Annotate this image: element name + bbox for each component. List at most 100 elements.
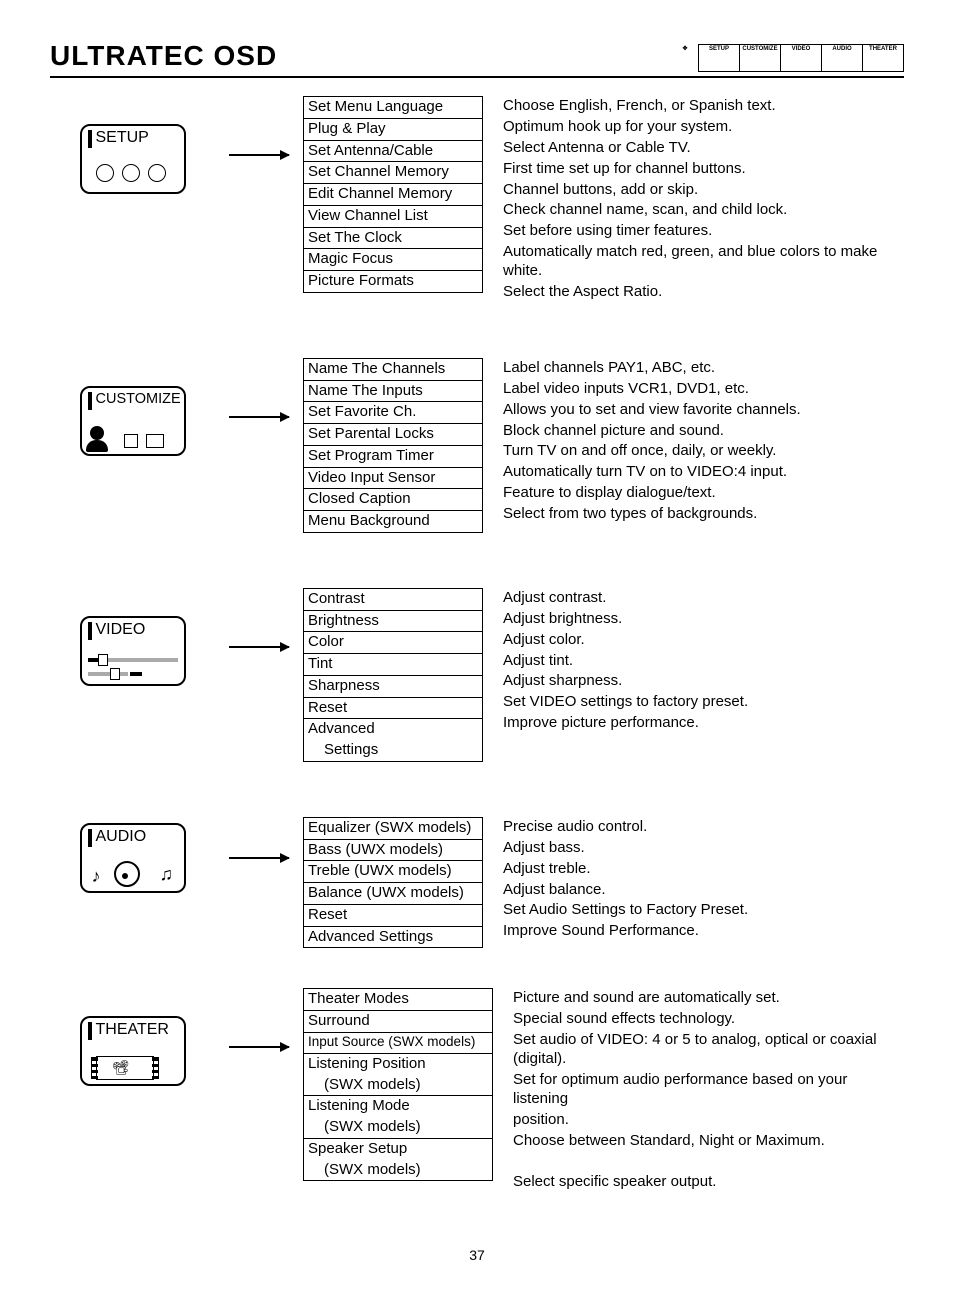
header-tab-strip: ✥ SETUP CUSTOMIZE VIDEO AUDIO THEATER	[672, 44, 904, 72]
desc-text: Optimum hook up for your system.	[503, 117, 904, 138]
menu-item: Picture Formats	[304, 271, 482, 293]
section-theater: THEATER 📽 Theater Modes Surround Input S…	[50, 988, 904, 1192]
menu-item: Advanced	[304, 719, 482, 740]
desc-text: Picture and sound are automatically set.	[513, 988, 904, 1009]
desc-text: Set Audio Settings to Factory Preset.	[503, 900, 904, 921]
video-icon-label: VIDEO	[96, 621, 146, 639]
menu-item: Set Antenna/Cable	[304, 141, 482, 163]
menu-item: Edit Channel Memory	[304, 184, 482, 206]
menu-item: Set Menu Language	[304, 97, 482, 119]
menu-item: Set Favorite Ch.	[304, 402, 482, 424]
menu-item: Speaker Setup	[304, 1139, 492, 1160]
arrow-icon	[229, 857, 289, 859]
desc-text: Adjust balance.	[503, 880, 904, 901]
audio-icon-box: AUDIO ♪ ♫	[80, 823, 186, 893]
section-customize: CUSTOMIZE Name The Channels Name The Inp…	[50, 358, 904, 533]
desc-text: Select Antenna or Cable TV.	[503, 138, 904, 159]
menu-item: Color	[304, 632, 482, 654]
menu-item: Set The Clock	[304, 228, 482, 250]
menu-item: Tint	[304, 654, 482, 676]
setup-icon-box: SETUP	[80, 124, 186, 194]
customize-descriptions: Label channels PAY1, ABC, etc. Label vid…	[497, 358, 904, 525]
menu-item: Name The Channels	[304, 359, 482, 381]
desc-text: Adjust tint.	[503, 651, 904, 672]
dials-icon	[88, 158, 178, 188]
menu-item-sub: Settings	[304, 740, 482, 762]
desc-text: Set for optimum audio performance based …	[513, 1070, 904, 1110]
video-descriptions: Adjust contrast. Adjust brightness. Adju…	[497, 588, 904, 734]
menu-item: View Channel List	[304, 206, 482, 228]
menu-item: Set Parental Locks	[304, 424, 482, 446]
theater-menu: Theater Modes Surround Input Source (SWX…	[303, 988, 493, 1181]
menu-item: Listening Position	[304, 1054, 492, 1075]
desc-text: Allows you to set and view favorite chan…	[503, 400, 904, 421]
setup-descriptions: Choose English, French, or Spanish text.…	[497, 96, 904, 303]
camera-icon: 📽	[112, 1059, 130, 1076]
menu-item-sub: (SWX models)	[304, 1160, 492, 1182]
tab-theater: THEATER	[862, 44, 904, 72]
desc-text: Set VIDEO settings to factory preset.	[503, 692, 904, 713]
joystick-icon: ✥	[671, 44, 699, 72]
arrow-icon	[229, 416, 289, 418]
desc-text: Select specific speaker output.	[513, 1172, 904, 1193]
x-box-icon	[124, 434, 138, 448]
audio-descriptions: Precise audio control. Adjust bass. Adju…	[497, 817, 904, 942]
section-setup: SETUP Set Menu Language Plug & Play Set …	[50, 96, 904, 303]
desc-text: Special sound effects technology.	[513, 1009, 904, 1030]
desc-text: Select the Aspect Ratio.	[503, 282, 904, 303]
menu-item: Balance (UWX models)	[304, 883, 482, 905]
desc-text: Choose between Standard, Night or Maximu…	[513, 1131, 904, 1152]
desc-text: First time set up for channel buttons.	[503, 159, 904, 180]
arrow-icon	[229, 154, 289, 156]
menu-item: Menu Background	[304, 511, 482, 533]
menu-item: Surround	[304, 1011, 492, 1033]
menu-item: Brightness	[304, 611, 482, 633]
desc-text: Improve picture performance.	[503, 713, 904, 734]
desc-text: Check channel name, scan, and child lock…	[503, 200, 904, 221]
video-menu: Contrast Brightness Color Tint Sharpness…	[303, 588, 483, 762]
desc-text: Set audio of VIDEO: 4 or 5 to analog, op…	[513, 1030, 904, 1070]
desc-text: Select from two types of backgrounds.	[503, 504, 904, 525]
customize-icon-box: CUSTOMIZE	[80, 386, 186, 456]
menu-item: Input Source (SWX models)	[304, 1033, 492, 1054]
customize-icon-label: CUSTOMIZE	[96, 391, 181, 407]
desc-text: Choose English, French, or Spanish text.	[503, 96, 904, 117]
menu-item: Reset	[304, 905, 482, 927]
note-icon: ♫	[160, 864, 174, 885]
menu-item: Theater Modes	[304, 989, 492, 1011]
desc-text: Adjust contrast.	[503, 588, 904, 609]
person-icon	[90, 426, 104, 440]
arrow-icon	[229, 1046, 289, 1048]
page-header: ULTRATEC OSD ✥ SETUP CUSTOMIZE VIDEO AUD…	[50, 40, 904, 78]
setup-icon-label: SETUP	[96, 129, 149, 147]
menu-item: Plug & Play	[304, 119, 482, 141]
menu-item-sub: (SWX models)	[304, 1075, 492, 1097]
page-title: ULTRATEC OSD	[50, 40, 277, 72]
desc-text: Feature to display dialogue/text.	[503, 483, 904, 504]
desc-text: Adjust treble.	[503, 859, 904, 880]
menu-item: Name The Inputs	[304, 381, 482, 403]
customize-menu: Name The Channels Name The Inputs Set Fa…	[303, 358, 483, 533]
menu-item: Listening Mode	[304, 1096, 492, 1117]
menu-item: Treble (UWX models)	[304, 861, 482, 883]
desc-text	[513, 1152, 904, 1172]
tab-audio: AUDIO	[821, 44, 863, 72]
menu-item: Sharpness	[304, 676, 482, 698]
theater-icon-label: THEATER	[96, 1021, 169, 1039]
menu-item: Video Input Sensor	[304, 468, 482, 490]
theater-descriptions: Picture and sound are automatically set.…	[507, 988, 904, 1192]
desc-text: Label channels PAY1, ABC, etc.	[503, 358, 904, 379]
tab-setup: SETUP	[698, 44, 740, 72]
square-icon	[146, 434, 164, 448]
note-icon: ♪	[92, 866, 102, 887]
menu-item-sub: (SWX models)	[304, 1117, 492, 1139]
menu-item: Contrast	[304, 589, 482, 611]
desc-text: Channel buttons, add or skip.	[503, 180, 904, 201]
section-audio: AUDIO ♪ ♫ Equalizer (SWX models) Bass (U…	[50, 817, 904, 949]
menu-item: Magic Focus	[304, 249, 482, 271]
desc-text: Adjust brightness.	[503, 609, 904, 630]
video-icon-box: VIDEO	[80, 616, 186, 686]
menu-item: Bass (UWX models)	[304, 840, 482, 862]
desc-text: Turn TV on and off once, daily, or weekl…	[503, 441, 904, 462]
menu-item: Closed Caption	[304, 489, 482, 511]
